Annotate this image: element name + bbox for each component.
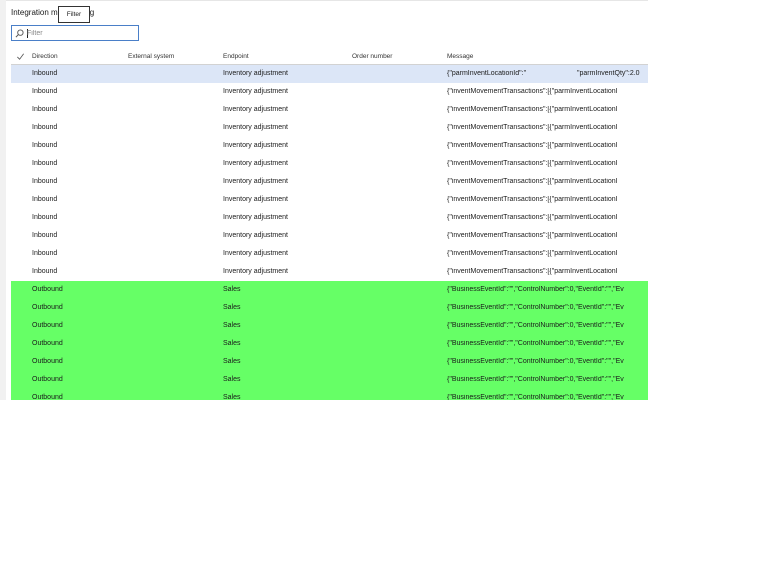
table-row[interactable]: Outbound Sales {"BusinessEventId":"","Cont… (11, 353, 648, 371)
table-row[interactable]: Inbound Inventory adjustment {"inventMovem… (11, 263, 648, 281)
table-row[interactable]: Inbound Inventory adjustment {"inventMovem… (11, 209, 648, 227)
filter-tooltip: Filter (58, 6, 90, 23)
cell-direction: Inbound (32, 250, 58, 257)
search-icon (15, 29, 24, 38)
cell-endpoint: Sales (223, 322, 241, 329)
cell-endpoint: Inventory adjustment (223, 178, 288, 185)
cell-message: {"inventMovementTransactions":[{"parmInv… (447, 232, 618, 239)
cell-direction: Outbound (32, 286, 63, 293)
cell-direction: Inbound (32, 178, 58, 185)
cell-message: {"BusinessEventId":"","ControlNumber":0,… (447, 286, 624, 293)
cell-direction: Outbound (32, 394, 63, 400)
cell-direction: Inbound (32, 124, 58, 131)
cell-endpoint: Inventory adjustment (223, 214, 288, 221)
page-title-text: Integration m (11, 8, 58, 17)
cell-message: {"BusinessEventId":"","ControlNumber":0,… (447, 376, 624, 383)
column-header-message[interactable]: Message (447, 53, 473, 60)
table-row[interactable]: Inbound Inventory adjustment {"inventMovem… (11, 101, 648, 119)
table-row[interactable]: Outbound Sales {"BusinessEventId":"","Cont… (11, 371, 648, 389)
column-header-direction[interactable]: Direction (32, 53, 58, 60)
table-row[interactable]: Outbound Sales {"BusinessEventId":"","Cont… (11, 389, 648, 400)
cell-message-continued: "parmInventQty":2.0 (577, 70, 640, 77)
table-row[interactable]: Inbound Inventory adjustment {"inventMovem… (11, 137, 648, 155)
cell-message: {"inventMovementTransactions":[{"parmInv… (447, 106, 618, 113)
cell-message: {"inventMovementTransactions":[{"parmInv… (447, 142, 618, 149)
cell-endpoint: Sales (223, 286, 241, 293)
table-row[interactable]: Outbound Sales {"BusinessEventId":"","Cont… (11, 335, 648, 353)
cell-direction: Inbound (32, 70, 58, 77)
cell-direction: Inbound (32, 268, 58, 275)
filter-field[interactable] (11, 25, 139, 41)
cell-endpoint: Inventory adjustment (223, 142, 288, 149)
grid-body: Inbound Inventory adjustment {"parmInventL… (11, 65, 648, 400)
cell-endpoint: Inventory adjustment (223, 106, 288, 113)
cell-endpoint: Inventory adjustment (223, 160, 288, 167)
cell-endpoint: Inventory adjustment (223, 250, 288, 257)
cell-message: {"inventMovementTransactions":[{"parmInv… (447, 88, 618, 95)
cell-message: {"inventMovementTransactions":[{"parmInv… (447, 124, 618, 131)
cell-message: {"inventMovementTransactions":[{"parmInv… (447, 268, 618, 275)
cell-message: {"BusinessEventId":"","ControlNumber":0,… (447, 304, 624, 311)
table-row[interactable]: Inbound Inventory adjustment {"parmInventL… (11, 65, 648, 83)
cell-message: {"BusinessEventId":"","ControlNumber":0,… (447, 340, 624, 347)
table-row[interactable]: Outbound Sales {"BusinessEventId":"","Cont… (11, 317, 648, 335)
cell-direction: Inbound (32, 88, 58, 95)
column-header-endpoint[interactable]: Endpoint (223, 53, 249, 60)
table-row[interactable]: Inbound Inventory adjustment {"inventMovem… (11, 155, 648, 173)
table-row[interactable]: Inbound Inventory adjustment {"inventMovem… (11, 245, 648, 263)
cell-endpoint: Inventory adjustment (223, 232, 288, 239)
cell-endpoint: Inventory adjustment (223, 124, 288, 131)
table-row[interactable]: Inbound Inventory adjustment {"inventMovem… (11, 119, 648, 137)
column-header-order-number[interactable]: Order number (352, 53, 392, 60)
table-row[interactable]: Outbound Sales {"BusinessEventId":"","Cont… (11, 299, 648, 317)
cell-message: {"BusinessEventId":"","ControlNumber":0,… (447, 394, 624, 400)
grid-header: Direction External system Endpoint Order… (11, 50, 648, 65)
integration-log-page: Integration m g Filter Direction External… (0, 0, 648, 400)
cell-direction: Outbound (32, 322, 63, 329)
table-row[interactable]: Outbound Sales {"BusinessEventId":"","Cont… (11, 281, 648, 299)
cell-direction: Outbound (32, 376, 63, 383)
cell-direction: Inbound (32, 232, 58, 239)
checkmark-icon[interactable] (16, 52, 25, 61)
cell-endpoint: Inventory adjustment (223, 268, 288, 275)
cell-direction: Outbound (32, 304, 63, 311)
top-border (0, 0, 648, 1)
cell-endpoint: Sales (223, 376, 241, 383)
filter-input[interactable] (27, 27, 135, 39)
table-row[interactable]: Inbound Inventory adjustment {"inventMovem… (11, 227, 648, 245)
cell-message: {"BusinessEventId":"","ControlNumber":0,… (447, 358, 624, 365)
cell-endpoint: Inventory adjustment (223, 70, 288, 77)
cell-message: {"inventMovementTransactions":[{"parmInv… (447, 214, 618, 221)
cell-direction: Inbound (32, 106, 58, 113)
column-header-external-system[interactable]: External system (128, 53, 174, 60)
table-row[interactable]: Inbound Inventory adjustment {"inventMovem… (11, 173, 648, 191)
cell-direction: Outbound (32, 358, 63, 365)
cell-endpoint: Sales (223, 340, 241, 347)
cell-direction: Inbound (32, 160, 58, 167)
cell-direction: Inbound (32, 214, 58, 221)
cell-message: {"inventMovementTransactions":[{"parmInv… (447, 178, 618, 185)
cell-message: {"inventMovementTransactions":[{"parmInv… (447, 250, 618, 257)
cell-message: {"inventMovementTransactions":[{"parmInv… (447, 196, 618, 203)
cell-endpoint: Inventory adjustment (223, 196, 288, 203)
cell-message: {"BusinessEventId":"","ControlNumber":0,… (447, 322, 624, 329)
cell-direction: Outbound (32, 340, 63, 347)
cell-endpoint: Sales (223, 304, 241, 311)
cell-endpoint: Sales (223, 358, 241, 365)
cell-direction: Inbound (32, 142, 58, 149)
cell-message: {"inventMovementTransactions":[{"parmInv… (447, 160, 618, 167)
page-title-tail: g (89, 8, 95, 17)
cell-direction: Inbound (32, 196, 58, 203)
cell-endpoint: Inventory adjustment (223, 88, 288, 95)
left-edge (0, 0, 6, 400)
cell-endpoint: Sales (223, 394, 241, 400)
table-row[interactable]: Inbound Inventory adjustment {"inventMovem… (11, 83, 648, 101)
cell-message: {"parmInventLocationId":" (447, 70, 527, 77)
table-row[interactable]: Inbound Inventory adjustment {"inventMovem… (11, 191, 648, 209)
